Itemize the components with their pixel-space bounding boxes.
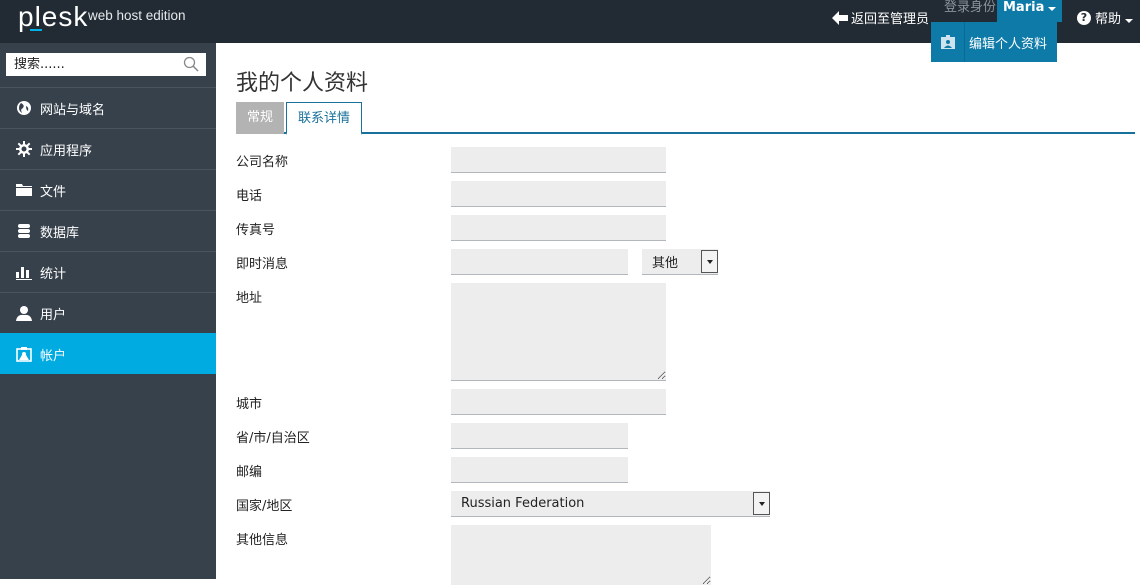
plesk-logo[interactable]: plesk <box>18 2 88 32</box>
database-icon <box>16 223 32 239</box>
help-menu-button[interactable]: ? 帮助 <box>1077 8 1134 27</box>
im-input[interactable] <box>451 249 628 275</box>
fax-label: 传真号 <box>236 223 276 238</box>
country-select[interactable]: Russian Federation <box>451 491 770 517</box>
search-box <box>6 53 206 76</box>
tab-contact-details[interactable]: 联系详情 <box>286 102 363 135</box>
state-input[interactable] <box>451 423 628 449</box>
company-label: 公司名称 <box>236 155 289 170</box>
profile-card-icon <box>940 35 955 49</box>
sidebar-item-databases[interactable]: 数据库 <box>0 210 216 251</box>
edit-profile-icon-cell <box>931 22 965 62</box>
sidebar-item-label: 应用程序 <box>40 143 93 159</box>
sidebar-item-users[interactable]: 用户 <box>0 292 216 333</box>
address-label: 地址 <box>236 291 263 306</box>
phone-label: 电话 <box>236 189 263 204</box>
zip-input[interactable] <box>451 457 628 483</box>
city-label: 城市 <box>236 397 263 412</box>
im-label: 即时消息 <box>236 257 289 272</box>
user-icon <box>16 305 32 321</box>
phone-input[interactable] <box>451 181 666 207</box>
sidebar-item-statistics[interactable]: 统计 <box>0 251 216 292</box>
dropdown-arrow-icon <box>701 250 718 273</box>
back-to-admin-link[interactable]: 返回至管理员 <box>832 8 929 27</box>
sidebar-item-label: 帐户 <box>40 348 67 364</box>
chevron-down-icon <box>1048 7 1057 11</box>
other-info-textarea[interactable] <box>451 525 711 585</box>
page-title: 我的个人资料 <box>236 71 369 96</box>
account-card-icon <box>16 346 32 362</box>
sidebar-item-label: 用户 <box>40 307 67 323</box>
city-input[interactable] <box>451 389 666 415</box>
dropdown-arrow-icon <box>753 492 770 515</box>
question-icon: ? <box>1077 10 1091 25</box>
sidebar-item-account[interactable]: 帐户 <box>0 333 216 374</box>
folder-icon <box>16 182 32 198</box>
help-label: 帮助 <box>1095 12 1122 27</box>
search-icon[interactable] <box>183 56 199 72</box>
bar-chart-icon <box>16 264 32 280</box>
sidebar-item-label: 网站与域名 <box>40 102 106 118</box>
sidebar-item-label: 统计 <box>40 266 67 282</box>
login-as-label: 登录身份 <box>944 0 997 15</box>
sidebar-nav: 网站与域名 应用程序 文件 数据库 统计 用户 帐户 <box>0 87 216 374</box>
user-menu-button[interactable]: Maria <box>997 0 1063 22</box>
sidebar-item-websites-domains[interactable]: 网站与域名 <box>0 87 216 128</box>
other-info-label: 其他信息 <box>236 533 289 548</box>
tab-bar: 常规 联系详情 <box>236 102 1135 135</box>
sidebar-item-label: 数据库 <box>40 225 80 241</box>
edit-profile-menu-item[interactable]: 编辑个人资料 <box>965 33 1047 52</box>
state-label: 省/市/自治区 <box>236 431 310 446</box>
country-label: 国家/地区 <box>236 499 293 514</box>
tab-general[interactable]: 常规 <box>236 102 285 134</box>
sidebar-item-files[interactable]: 文件 <box>0 169 216 210</box>
company-input[interactable] <box>451 147 666 173</box>
edition-label: web host edition <box>88 8 186 23</box>
sidebar-item-applications[interactable]: 应用程序 <box>0 128 216 169</box>
arrow-left-icon <box>832 10 848 25</box>
logo-accent <box>30 29 42 31</box>
sidebar-item-label: 文件 <box>40 184 67 200</box>
country-value: Russian Federation <box>461 496 585 511</box>
user-dropdown-menu: 编辑个人资料 <box>931 22 1057 62</box>
globe-icon <box>16 100 32 116</box>
address-textarea[interactable] <box>451 283 666 381</box>
chevron-down-icon <box>1125 19 1134 23</box>
sidebar: 网站与域名 应用程序 文件 数据库 统计 <box>0 43 216 579</box>
im-type-select[interactable]: 其他 <box>642 249 718 275</box>
gear-icon <box>16 141 32 157</box>
back-to-admin-label: 返回至管理员 <box>851 12 930 27</box>
zip-label: 邮编 <box>236 465 263 480</box>
im-type-value: 其他 <box>652 256 679 271</box>
search-input[interactable] <box>14 57 179 72</box>
fax-input[interactable] <box>451 215 666 241</box>
user-name: Maria <box>1003 0 1045 15</box>
